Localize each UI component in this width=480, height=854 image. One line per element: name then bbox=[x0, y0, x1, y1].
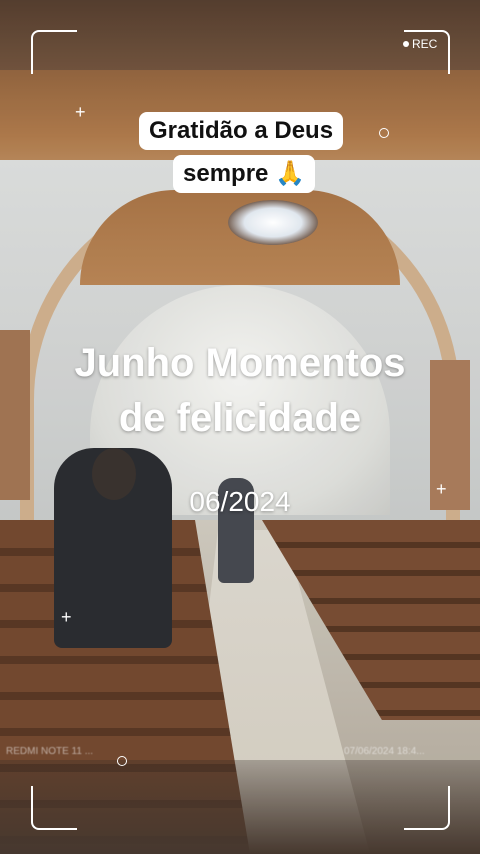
title-line-1: Junho Momentos bbox=[74, 341, 406, 385]
frame-corner-icon bbox=[31, 30, 77, 74]
plus-icon: + bbox=[61, 607, 72, 627]
story-frame: REC + + + Gratidão a Deus sempre 🙏 Junho… bbox=[0, 0, 480, 854]
rec-dot-icon bbox=[403, 41, 409, 47]
caption-line-1: Gratidão a Deus bbox=[139, 112, 344, 150]
date-label: 06/2024 bbox=[189, 486, 291, 517]
rec-label: REC bbox=[412, 37, 438, 51]
title-line-2: de felicidade bbox=[118, 396, 362, 440]
timestamp-watermark: 07/06/2024 18:4... bbox=[344, 746, 425, 757]
plus-icon: + bbox=[75, 102, 86, 122]
ring-icon bbox=[117, 756, 127, 766]
frame-corner-icon bbox=[404, 786, 450, 830]
camera-watermark: REDMI NOTE 11 ... bbox=[6, 746, 94, 757]
caption-line-2: sempre 🙏 bbox=[173, 155, 315, 193]
rec-indicator: REC bbox=[403, 37, 437, 51]
ring-icon bbox=[379, 128, 389, 138]
frame-corner-icon bbox=[31, 786, 77, 830]
